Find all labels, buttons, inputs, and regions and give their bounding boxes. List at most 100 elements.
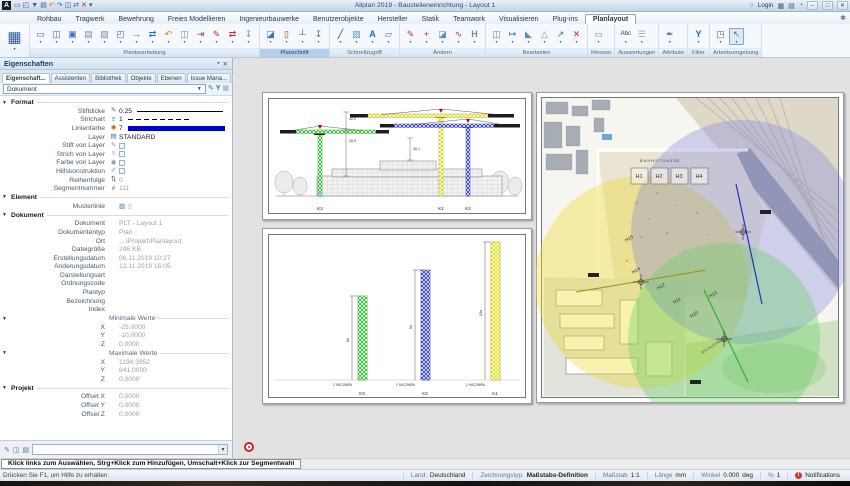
apps-grid-icon[interactable]: ▦ bbox=[778, 2, 785, 10]
menu-tab-ingenieurbauwerke[interactable]: Ingenieurbauwerke bbox=[232, 15, 306, 24]
props-edit-icon[interactable]: ◪▾ bbox=[435, 29, 450, 44]
text-icon[interactable]: A▾ bbox=[365, 29, 380, 44]
status-field-value[interactable]: Deutschland bbox=[430, 472, 466, 479]
qa-refresh-icon[interactable]: ⇄ bbox=[73, 1, 79, 11]
panel-tab-bibliothek[interactable]: Bibliothek bbox=[91, 73, 125, 83]
pattern-off-icon[interactable]: ▯ bbox=[128, 202, 132, 210]
property-value[interactable]: 1194.3952 bbox=[119, 359, 150, 366]
export-plan-icon[interactable]: ⇥▾ bbox=[193, 29, 208, 44]
modify-pen-icon[interactable]: ✎▾ bbox=[403, 29, 418, 44]
list-icon[interactable]: ☰▾ bbox=[634, 29, 649, 44]
filter-icon[interactable]: Y bbox=[216, 84, 221, 94]
section-header-projekt[interactable]: ▼Projekt bbox=[2, 384, 229, 393]
section-header-dokument[interactable]: ▼Dokument bbox=[2, 211, 229, 220]
app-logo-icon[interactable]: A bbox=[2, 1, 11, 10]
pattern-line-icon[interactable]: ▥ bbox=[119, 202, 125, 210]
window-new-icon[interactable]: ◰▾ bbox=[113, 29, 128, 44]
property-value[interactable]: -25.0000 bbox=[119, 324, 145, 331]
spline-icon[interactable]: ∿▾ bbox=[451, 29, 466, 44]
section-header-format[interactable]: ▼Format bbox=[2, 98, 229, 107]
menu-tab-bewehrung[interactable]: Bewehrung bbox=[111, 15, 160, 24]
attribute-icon[interactable]: ✒▾ bbox=[662, 29, 677, 44]
help-icon[interactable]: ◔ bbox=[799, 2, 803, 9]
report-icon[interactable]: Abc▾ bbox=[618, 29, 633, 44]
plan-new-icon[interactable]: ▭▾ bbox=[33, 29, 48, 44]
status-field-value[interactable]: Maßstabs-Definition bbox=[527, 472, 588, 479]
section-header-maximale-werte[interactable]: ▼Maximale Werte bbox=[2, 349, 229, 358]
grid-icon[interactable]: ▦ bbox=[222, 84, 229, 94]
property-value[interactable]: 0.0000 bbox=[119, 411, 139, 418]
menu-tab-benutzerobjekte[interactable]: Benutzerobjekte bbox=[306, 15, 371, 24]
swap-document-icon[interactable]: ⇄▾ bbox=[145, 29, 160, 44]
status-field-value[interactable]: 1 bbox=[777, 472, 781, 479]
menu-tab-plug-ins[interactable]: Plug-ins bbox=[546, 15, 585, 24]
favorites-combo[interactable]: ▼ bbox=[32, 444, 228, 455]
menu-tab-hersteller[interactable]: Hersteller bbox=[371, 15, 415, 24]
edit-pen-icon[interactable]: ✎ bbox=[4, 446, 10, 454]
rotate-icon[interactable]: △▾ bbox=[537, 29, 552, 44]
qa-undo-icon[interactable]: ↶ bbox=[49, 1, 55, 11]
line-icon[interactable]: ╱▾ bbox=[333, 29, 348, 44]
document-ref-icon[interactable]: ◫▾ bbox=[177, 29, 192, 44]
menu-tab-planlayout[interactable]: Planlayout bbox=[585, 14, 636, 24]
pin-icon[interactable]: ▪ bbox=[217, 60, 219, 68]
status-field-value[interactable]: 0.000 bbox=[723, 472, 739, 479]
shop-icon[interactable]: ▤ bbox=[788, 2, 795, 10]
checkbox[interactable] bbox=[119, 151, 125, 157]
notifications-button[interactable]: !Notifications bbox=[787, 472, 847, 479]
gear-icon[interactable]: ✱ bbox=[840, 14, 846, 22]
panel-tab-ebenen[interactable]: Ebenen bbox=[157, 73, 186, 83]
filter-icon[interactable]: Y▾ bbox=[691, 29, 706, 44]
section-export-icon[interactable]: ↧▾ bbox=[311, 29, 326, 44]
move-icon[interactable]: ↦▾ bbox=[505, 29, 520, 44]
status-field-value[interactable]: mm bbox=[675, 472, 686, 479]
property-value[interactable]: -10.0000 bbox=[119, 332, 145, 339]
property-value[interactable]: 0.0000 bbox=[119, 341, 139, 348]
close-button[interactable]: ✕ bbox=[837, 1, 848, 10]
paste-small-icon[interactable]: ▤ bbox=[23, 446, 30, 454]
qa-redo-icon[interactable]: ↷ bbox=[57, 1, 63, 11]
panel-tab-issue-mana[interactable]: Issue Mana... bbox=[187, 73, 232, 83]
menu-tab-tragwerk[interactable]: Tragwerk bbox=[69, 15, 112, 24]
resize-icon[interactable]: ↗▾ bbox=[553, 29, 568, 44]
qa-save-icon[interactable]: ▼ bbox=[31, 1, 38, 11]
sheet-crane-elevation[interactable]: 42,0 35,5 30,1 K3 K1 K2 bbox=[262, 92, 532, 220]
section-header-element[interactable]: ▼Element bbox=[2, 193, 229, 202]
property-value[interactable]: 0.0000 bbox=[119, 376, 139, 383]
property-value[interactable]: 0.0000 bbox=[119, 402, 139, 409]
property-value[interactable]: 1 bbox=[119, 116, 123, 123]
property-value[interactable]: 7 bbox=[119, 125, 123, 132]
property-value[interactable]: Plan bbox=[119, 229, 132, 236]
place-document-icon[interactable]: →▾ bbox=[129, 29, 144, 44]
undo-place-icon[interactable]: ↶▾ bbox=[161, 29, 176, 44]
status-field-value[interactable]: 1:1 bbox=[631, 472, 640, 479]
section-header-minimale-werte[interactable]: ▼Minimale Werte bbox=[2, 314, 229, 323]
section-edit-icon[interactable]: ▯▾ bbox=[279, 29, 294, 44]
select-pen-icon[interactable]: ✎ bbox=[208, 84, 214, 94]
viewport-icon[interactable]: ▦▾ bbox=[0, 24, 30, 57]
panel-tab-assistenten[interactable]: Assistenten bbox=[51, 73, 91, 83]
plan-setup-icon[interactable]: ▤▾ bbox=[81, 29, 96, 44]
section-new-icon[interactable]: ◪▾ bbox=[263, 29, 278, 44]
property-value[interactable]: PLT - Layout 1 bbox=[119, 220, 162, 227]
delete-icon[interactable]: ✕▾ bbox=[569, 29, 584, 44]
plan-compare-icon[interactable]: ◳▾ bbox=[713, 29, 728, 44]
property-value[interactable]: 246 KB bbox=[119, 246, 141, 253]
drawing-canvas[interactable]: 42,0 35,5 30,1 K3 K1 K2 8x 2 94C296PA K3 bbox=[234, 58, 850, 458]
checkbox[interactable] bbox=[119, 160, 125, 166]
sheet-site-plan[interactable]: H1 H2 H3 H4 H15 H14 H13 H12 H11 H10 BAHN… bbox=[536, 92, 844, 403]
measure-icon[interactable]: ▭▾ bbox=[591, 29, 606, 44]
menu-tab-freies-modellieren[interactable]: Freies Modellieren bbox=[161, 15, 233, 24]
qa-close-icon[interactable]: ✕ bbox=[81, 1, 87, 11]
panel-close-icon[interactable]: ✕ bbox=[223, 60, 228, 68]
sheet-tower-sections[interactable]: 8x 2 94C296PA K3 9x 2 94C296PA K2 10x bbox=[262, 228, 532, 404]
maximize-button[interactable]: □ bbox=[822, 1, 833, 10]
hatch-icon[interactable]: ▨▾ bbox=[349, 29, 364, 44]
checkbox[interactable] bbox=[119, 143, 125, 149]
panel-tab-objekte[interactable]: Objekte bbox=[127, 73, 156, 83]
plan-copy-icon[interactable]: ◫▾ bbox=[49, 29, 64, 44]
property-value[interactable]: 12.11.2019 16:05 bbox=[119, 263, 171, 270]
polygon-icon[interactable]: ▱▾ bbox=[381, 29, 396, 44]
archive-plan-icon[interactable]: ↧▾ bbox=[241, 29, 256, 44]
property-value[interactable]: STANDARD bbox=[119, 134, 155, 141]
